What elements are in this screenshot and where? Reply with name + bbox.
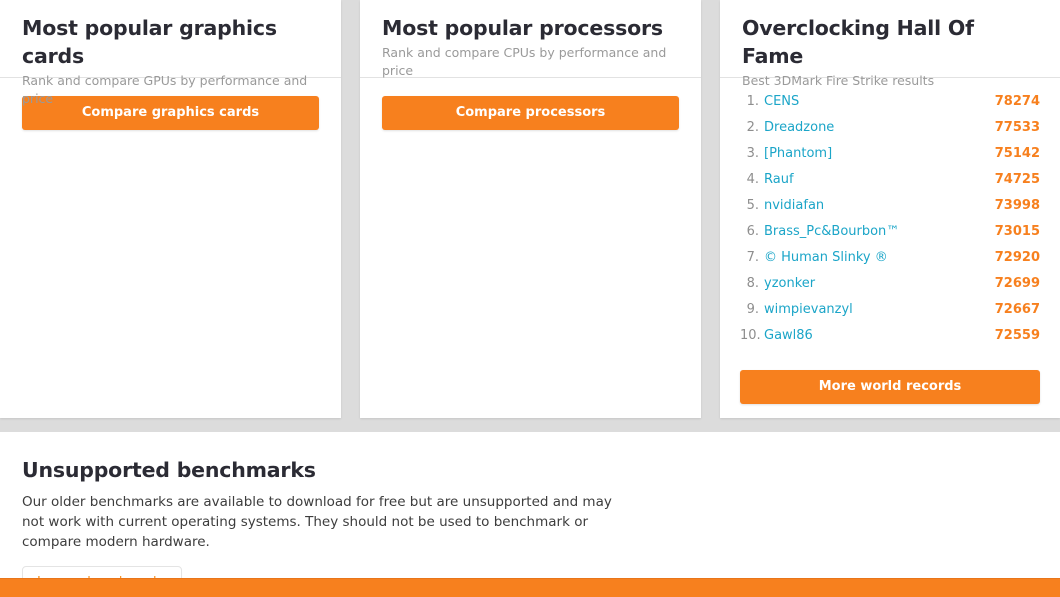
card-title: Overclocking Hall Of Fame	[742, 16, 974, 68]
list-item: 3. [Phantom] 75142	[740, 146, 1040, 172]
unsupported-benchmarks-section: Unsupported benchmarks Our older benchma…	[0, 432, 1060, 597]
list-item: 5. nvidiafan 73998	[740, 198, 1040, 224]
hof-score: 77533	[994, 120, 1040, 135]
card-title: Most popular processors	[382, 16, 663, 40]
hof-rank: 2.	[746, 120, 759, 135]
list-item: 1. CENS 78274	[740, 94, 1040, 120]
footer-accent-bar	[0, 578, 1060, 597]
hof-score: 73998	[994, 198, 1040, 213]
hall-of-fame-list: 1. CENS 78274 2. Dreadzone 77533 3. [Phantom] 75…	[740, 94, 1040, 354]
list-item: 6. Brass_Pc&Bourbon™ 73015	[740, 224, 1040, 250]
list-item: 7. © Human Slinky ® 72920	[740, 250, 1040, 276]
hof-user-link[interactable]: Gawl86	[764, 328, 994, 343]
hof-score: 73015	[994, 224, 1040, 239]
hof-rank: 9.	[746, 302, 759, 317]
hof-user-link[interactable]: Brass_Pc&Bourbon™	[764, 224, 994, 239]
list-item: 2. Dreadzone 77533	[740, 120, 1040, 146]
hof-user-link[interactable]: nvidiafan	[764, 198, 994, 213]
list-item: 9. wimpievanzyl 72667	[740, 302, 1040, 328]
unsupported-description: Our older benchmarks are available to do…	[22, 494, 612, 550]
card-popular-processors: Most popular processors Rank and compare…	[360, 0, 701, 418]
hof-user-link[interactable]: Dreadzone	[764, 120, 994, 135]
list-item: 10. Gawl86 72559	[740, 328, 1040, 354]
hof-user-link[interactable]: CENS	[764, 94, 994, 109]
hof-user-link[interactable]: © Human Slinky ®	[764, 250, 994, 265]
hof-rank: 7.	[746, 250, 759, 265]
hof-rank: 10.	[740, 328, 761, 343]
hof-score: 72667	[994, 302, 1040, 317]
card-body: Compare processors	[360, 78, 701, 130]
card-header: Overclocking Hall Of Fame Best 3DMark Fi…	[720, 0, 1060, 88]
hof-user-link[interactable]: [Phantom]	[764, 146, 994, 161]
hof-score: 72920	[994, 250, 1040, 265]
hof-user-link[interactable]: yzonker	[764, 276, 994, 291]
card-header: Most popular processors Rank and compare…	[360, 0, 701, 78]
hof-rank: 1.	[746, 94, 759, 109]
feature-cards-row: Most popular graphics cards Rank and com…	[0, 0, 1060, 418]
hof-rank: 3.	[746, 146, 759, 161]
hof-score: 72559	[994, 328, 1040, 343]
page-title: Most popular graphics cards	[22, 16, 277, 68]
hall-of-fame-body: 1. CENS 78274 2. Dreadzone 77533 3. [Phantom] 75…	[720, 78, 1060, 354]
hof-rank: 6.	[746, 224, 759, 239]
card-popular-graphics-cards: Most popular graphics cards Rank and com…	[0, 0, 341, 418]
hall-of-fame-button-wrap: More world records	[720, 354, 1060, 404]
hof-user-link[interactable]: Rauf	[764, 172, 994, 187]
hof-score: 74725	[994, 172, 1040, 187]
hof-rank: 8.	[746, 276, 759, 291]
card-subtitle: Rank and compare CPUs by performance and…	[382, 45, 667, 78]
more-world-records-button[interactable]: More world records	[740, 370, 1040, 404]
unsupported-inner: Unsupported benchmarks Our older benchma…	[0, 432, 1060, 597]
list-item: 4. Rauf 74725	[740, 172, 1040, 198]
hof-score: 78274	[994, 94, 1040, 109]
compare-processors-button[interactable]: Compare processors	[382, 96, 679, 130]
hof-score: 72699	[994, 276, 1040, 291]
hof-user-link[interactable]: wimpievanzyl	[764, 302, 994, 317]
list-item: 8. yzonker 72699	[740, 276, 1040, 302]
card-header: Most popular graphics cards Rank and com…	[0, 0, 341, 106]
compare-graphics-cards-button[interactable]: Compare graphics cards	[22, 96, 319, 130]
unsupported-title: Unsupported benchmarks	[22, 458, 316, 482]
hof-rank: 4.	[746, 172, 759, 187]
card-overclocking-hall-of-fame: Overclocking Hall Of Fame Best 3DMark Fi…	[720, 0, 1060, 418]
hof-rank: 5.	[746, 198, 759, 213]
hof-score: 75142	[994, 146, 1040, 161]
